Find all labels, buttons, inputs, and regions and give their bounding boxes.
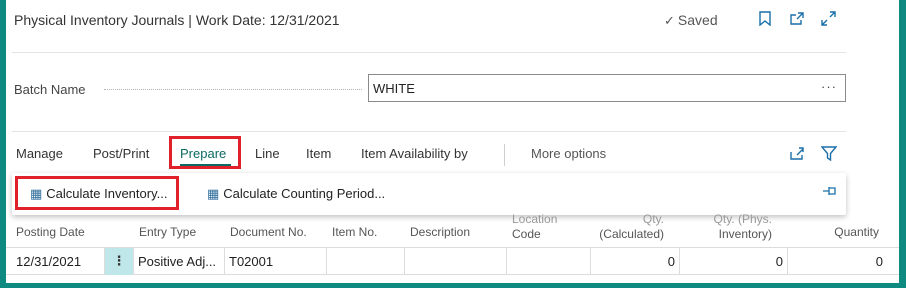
- page: Physical Inventory Journals | Work Date:…: [6, 0, 899, 283]
- menu-item[interactable]: Item: [306, 146, 331, 161]
- col-qty-phys-line1[interactable]: Qty. (Phys.: [714, 212, 772, 226]
- col-qty-calculated-line1[interactable]: Qty.: [643, 212, 664, 226]
- divider: [12, 131, 846, 132]
- highlight-box-calculate-inventory: [15, 176, 179, 210]
- lookup-more-button[interactable]: ···: [821, 79, 837, 94]
- batch-name-label: Batch Name: [14, 82, 86, 97]
- col-location-line2[interactable]: Code: [512, 227, 541, 241]
- table-row[interactable]: 12/31/2021 ⋮ Positive Adj... T02001 0 0 …: [6, 247, 899, 275]
- cell-item-no[interactable]: [327, 248, 405, 275]
- check-icon: ✓: [664, 13, 675, 28]
- calculate-counting-period-action[interactable]: ▦ Calculate Counting Period...: [207, 186, 385, 202]
- saved-label: Saved: [677, 12, 718, 28]
- row-actions-button[interactable]: ⋮: [105, 248, 134, 275]
- menu-separator: [504, 144, 505, 166]
- open-new-window-icon[interactable]: [789, 11, 805, 30]
- col-qty-phys-line2[interactable]: Inventory): [719, 227, 772, 241]
- divider: [12, 52, 846, 53]
- cell-qty-phys[interactable]: 0: [680, 248, 788, 275]
- saved-status: ✓ Saved: [664, 12, 718, 29]
- col-entry-type[interactable]: Entry Type: [139, 225, 196, 239]
- calculate-counting-label: Calculate Counting Period...: [223, 186, 386, 201]
- menu-manage[interactable]: Manage: [16, 146, 63, 161]
- share-icon[interactable]: [789, 146, 805, 165]
- col-posting-date[interactable]: Posting Date: [16, 225, 85, 239]
- menu-post-print[interactable]: Post/Print: [93, 146, 149, 161]
- col-item-no[interactable]: Item No.: [332, 225, 377, 239]
- batch-name-field[interactable]: WHITE ···: [368, 74, 846, 102]
- menu-more-options[interactable]: More options: [531, 146, 606, 161]
- menu-item-availability[interactable]: Item Availability by: [361, 146, 468, 161]
- cell-location[interactable]: [507, 248, 591, 275]
- col-qty-calculated-line2[interactable]: (Calculated): [599, 227, 664, 241]
- cell-entry-type[interactable]: Positive Adj...: [134, 248, 225, 275]
- page-title: Physical Inventory Journals | Work Date:…: [14, 12, 340, 28]
- cell-posting-date[interactable]: 12/31/2021: [12, 248, 105, 275]
- menu-line[interactable]: Line: [255, 146, 280, 161]
- calculator-grid-icon: ▦: [207, 186, 220, 201]
- pin-icon[interactable]: [822, 185, 838, 200]
- batch-name-value: WHITE: [373, 81, 415, 96]
- filter-icon[interactable]: [820, 146, 838, 165]
- col-document-no[interactable]: Document No.: [230, 225, 307, 239]
- col-description[interactable]: Description: [410, 225, 470, 239]
- col-location-line1[interactable]: Location: [512, 212, 557, 226]
- col-quantity[interactable]: Quantity: [834, 225, 879, 239]
- page-header: Physical Inventory Journals | Work Date:…: [6, 0, 899, 40]
- cell-quantity[interactable]: 0: [788, 248, 887, 275]
- bookmark-icon[interactable]: [759, 11, 771, 30]
- highlight-box-prepare: [169, 136, 241, 169]
- cell-description[interactable]: [405, 248, 507, 275]
- cell-document-no[interactable]: T02001: [225, 248, 327, 275]
- cell-qty-calculated[interactable]: 0: [591, 248, 680, 275]
- expand-icon[interactable]: [821, 11, 836, 30]
- grid-header: Posting Date Entry Type Document No. Ite…: [6, 212, 899, 246]
- dotted-leader: [104, 89, 362, 90]
